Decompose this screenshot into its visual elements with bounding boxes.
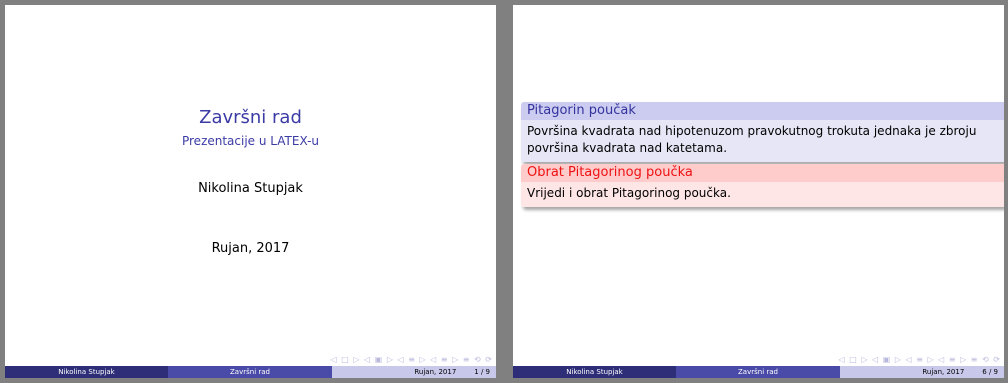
footline: Nikolina Stupjak Završni rad Rujan, 2017…: [513, 366, 1004, 378]
footer-date: Rujan, 2017: [414, 368, 457, 376]
footer-author: Nikolina Stupjak: [5, 366, 168, 378]
slide-6[interactable]: Pitagorin poučak Površina kvadrata nad h…: [513, 5, 1004, 378]
theorem-block-body: Površina kvadrata nad hipotenuzom pravok…: [521, 120, 1004, 162]
presentation-date: Rujan, 2017: [211, 241, 290, 256]
alert-block-body: Vrijedi i obrat Pitagorinog poučka.: [521, 182, 1004, 207]
footer-page-number: 6 / 9: [982, 368, 998, 376]
navigation-symbols[interactable]: ◁ □ ▷ ◁ ▣ ▷ ◁ ≡ ▷ ◁ ≡ ▷ ≡ ⟲ ⟳: [839, 355, 1001, 364]
footer-title: Završni rad: [168, 366, 332, 378]
footer-title: Završni rad: [676, 366, 840, 378]
slide-1[interactable]: Završni rad Prezentacije u LATEX-u Nikol…: [5, 5, 496, 378]
footer-date-page: Rujan, 2017 1 / 9: [332, 366, 496, 378]
footer-date: Rujan, 2017: [922, 368, 965, 376]
alert-block: Obrat Pitagorinog poučka Vrijedi i obrat…: [521, 164, 1004, 207]
theorem-block-title: Pitagorin poučak: [521, 102, 1004, 120]
presentation-author: Nikolina Stupjak: [198, 181, 303, 196]
title-block: Završni rad Prezentacije u LATEX-u: [5, 107, 496, 148]
presentation-title: Završni rad: [199, 107, 302, 128]
theorem-block: Pitagorin poučak Površina kvadrata nad h…: [521, 102, 1004, 162]
presentation-viewer: Završni rad Prezentacije u LATEX-u Nikol…: [0, 0, 1008, 383]
footer-date-page: Rujan, 2017 6 / 9: [840, 366, 1004, 378]
footer-page-number: 1 / 9: [474, 368, 490, 376]
footer-author: Nikolina Stupjak: [513, 366, 676, 378]
alert-block-title: Obrat Pitagorinog poučka: [521, 164, 1004, 182]
presentation-subtitle: Prezentacije u LATEX-u: [181, 134, 319, 148]
footline: Nikolina Stupjak Završni rad Rujan, 2017…: [5, 366, 496, 378]
navigation-symbols[interactable]: ◁ □ ▷ ◁ ▣ ▷ ◁ ≡ ▷ ◁ ≡ ▷ ≡ ⟲ ⟳: [331, 355, 493, 364]
